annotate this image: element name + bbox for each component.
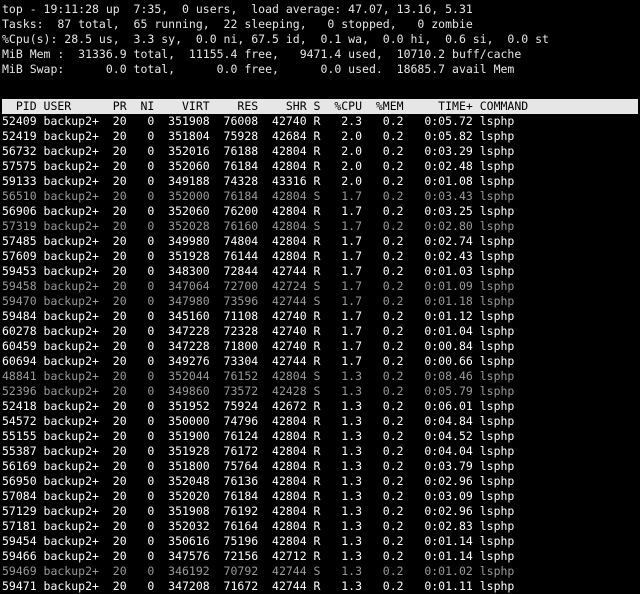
process-row: 60694 backup2+ 20 0 349276 73304 42744 R… — [2, 354, 515, 368]
process-row: 56732 backup2+ 20 0 352016 76188 42804 R… — [2, 144, 515, 158]
process-row: 56906 backup2+ 20 0 352060 76200 42804 R… — [2, 204, 515, 218]
process-row: 57084 backup2+ 20 0 352020 76184 42804 R… — [2, 489, 515, 503]
process-table-header: PID USER PR NI VIRT RES SHR S %CPU %MEM … — [2, 99, 638, 114]
process-row: 59466 backup2+ 20 0 347576 72156 42712 R… — [2, 549, 515, 563]
tasks-line: Tasks: 87 total, 65 running, 22 sleeping… — [2, 17, 473, 31]
process-table: 52409 backup2+ 20 0 351908 76008 42740 R… — [2, 114, 640, 594]
process-row: 59471 backup2+ 20 0 347208 71672 42744 R… — [2, 579, 515, 593]
process-row: 52396 backup2+ 20 0 349860 73572 42428 S… — [2, 384, 515, 398]
process-row: 59454 backup2+ 20 0 350616 75196 42804 R… — [2, 534, 515, 548]
process-row: 60459 backup2+ 20 0 347228 71800 42740 R… — [2, 339, 515, 353]
process-row: 56169 backup2+ 20 0 351800 75764 42804 R… — [2, 459, 515, 473]
process-row: 55387 backup2+ 20 0 351928 76172 42804 R… — [2, 444, 515, 458]
cpu-line: %Cpu(s): 28.5 us, 3.3 sy, 0.0 ni, 67.5 i… — [2, 32, 549, 46]
process-row: 48841 backup2+ 20 0 352044 76152 42804 S… — [2, 369, 515, 383]
process-row: 57575 backup2+ 20 0 352060 76184 42804 R… — [2, 159, 515, 173]
process-row: 59133 backup2+ 20 0 349188 74328 43316 R… — [2, 174, 515, 188]
process-row: 59458 backup2+ 20 0 347064 72700 42724 S… — [2, 279, 515, 293]
process-row: 56950 backup2+ 20 0 352048 76136 42804 R… — [2, 474, 515, 488]
terminal-window[interactable]: top - 19:11:28 up 7:35, 0 users, load av… — [0, 0, 640, 593]
process-row: 55155 backup2+ 20 0 351900 76124 42804 R… — [2, 429, 515, 443]
process-row: 52419 backup2+ 20 0 351804 75928 42684 R… — [2, 129, 515, 143]
process-row: 57319 backup2+ 20 0 352028 76160 42804 S… — [2, 219, 515, 233]
uptime-line: top - 19:11:28 up 7:35, 0 users, load av… — [2, 2, 473, 16]
process-row: 57129 backup2+ 20 0 351908 76192 42804 R… — [2, 504, 515, 518]
process-row: 59470 backup2+ 20 0 347980 73596 42744 S… — [2, 294, 515, 308]
process-row: 52418 backup2+ 20 0 351952 75924 42672 R… — [2, 399, 515, 413]
swap-line: MiB Swap: 0.0 total, 0.0 free, 0.0 used.… — [2, 62, 515, 76]
process-row: 59484 backup2+ 20 0 345160 71108 42740 R… — [2, 309, 515, 323]
process-row: 52409 backup2+ 20 0 351908 76008 42740 R… — [2, 114, 515, 128]
process-row: 56510 backup2+ 20 0 352000 76184 42804 S… — [2, 189, 515, 203]
process-row: 57485 backup2+ 20 0 349980 74804 42804 R… — [2, 234, 515, 248]
process-row: 54572 backup2+ 20 0 350000 74796 42804 R… — [2, 414, 515, 428]
process-row: 57181 backup2+ 20 0 352032 76164 42804 R… — [2, 519, 515, 533]
mem-line: MiB Mem : 31336.9 total, 11155.4 free, 9… — [2, 47, 522, 61]
process-row: 59469 backup2+ 20 0 346192 70792 42744 S… — [2, 564, 515, 578]
process-row: 59453 backup2+ 20 0 348300 72844 42744 R… — [2, 264, 515, 278]
process-row: 60278 backup2+ 20 0 347228 72328 42740 R… — [2, 324, 515, 338]
process-row: 57609 backup2+ 20 0 351928 76144 42804 R… — [2, 249, 515, 263]
